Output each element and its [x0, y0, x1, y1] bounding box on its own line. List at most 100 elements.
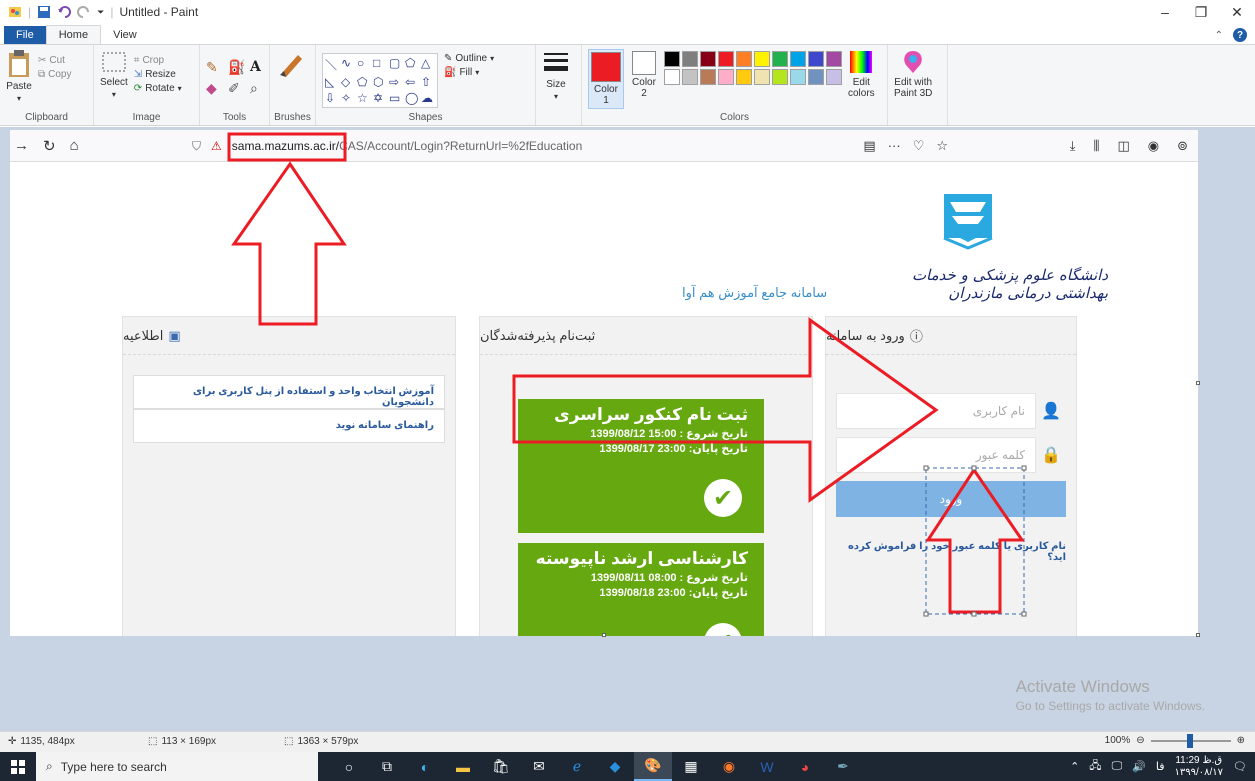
file-explorer-icon[interactable]: ▬	[444, 752, 482, 781]
tab-view[interactable]: View	[101, 26, 149, 44]
account-icon[interactable]: ◉	[1148, 138, 1159, 154]
palette-swatch[interactable]	[754, 69, 770, 85]
customize-dropdown-icon[interactable]: ⏷	[97, 7, 104, 18]
admission-card[interactable]: ثبت نام کنکور سراسری تاریخ شروع : 15:00 …	[518, 399, 764, 533]
store-icon[interactable]: 🛍	[482, 752, 520, 781]
palette-swatch[interactable]	[664, 51, 680, 67]
bookmark-star-icon[interactable]: ☆	[936, 138, 948, 154]
palette-swatch[interactable]	[682, 69, 698, 85]
tray-expand-icon[interactable]: ⌃	[1070, 760, 1079, 773]
edit-with-paint3d-button[interactable]: Edit with Paint 3D	[894, 49, 932, 99]
selection-handle[interactable]	[1021, 465, 1027, 471]
line-shape-icon[interactable]: ＼	[325, 56, 339, 73]
right-triangle-shape-icon[interactable]: ◺	[325, 75, 339, 89]
palette-swatch[interactable]	[808, 51, 824, 67]
news-item[interactable]: راهنمای سامانه نوید	[133, 409, 445, 443]
copy-button[interactable]: ⧉ Copy	[38, 69, 72, 80]
taskbar-clock[interactable]: 11:29 ق.ظ ۱۳۹۹/۰۸/۱۷	[1175, 755, 1224, 779]
tab-file[interactable]: File	[4, 26, 46, 44]
extension-icon[interactable]: ⊚	[1177, 138, 1188, 154]
color2-button[interactable]: Color 2	[630, 49, 658, 101]
canvas-resize-handle-corner[interactable]	[1196, 633, 1200, 637]
library-icon[interactable]: ⫼	[1093, 138, 1099, 154]
pencil-icon[interactable]: ✎	[206, 59, 224, 76]
palette-swatch[interactable]	[700, 51, 716, 67]
mail-icon[interactable]: ✉	[520, 752, 558, 781]
right-arrow-shape-icon[interactable]: ⇨	[389, 75, 403, 89]
selection-handle[interactable]	[923, 465, 929, 471]
start-button[interactable]	[0, 752, 36, 781]
save-icon[interactable]	[37, 5, 51, 19]
select-dropdown-icon[interactable]: ▾	[112, 90, 116, 99]
down-arrow-shape-icon[interactable]: ⇩	[325, 91, 339, 105]
palette-swatch[interactable]	[826, 69, 842, 85]
palette-swatch[interactable]	[808, 69, 824, 85]
paint-taskbar-icon[interactable]: 🎨	[634, 752, 672, 781]
media-app-icon[interactable]: ◆	[596, 752, 634, 781]
palette-swatch[interactable]	[664, 69, 680, 85]
zoom-in-icon[interactable]: ⊕	[1237, 735, 1245, 746]
zoom-out-icon[interactable]: ⊖	[1136, 735, 1144, 746]
palette-swatch[interactable]	[682, 51, 698, 67]
pen-app-icon[interactable]: ✒	[824, 752, 862, 781]
palette-swatch[interactable]	[718, 51, 734, 67]
news-item[interactable]: آموزش انتخاب واحد و استفاده از پنل کاربر…	[133, 375, 445, 409]
left-arrow-shape-icon[interactable]: ⇦	[405, 75, 419, 89]
redo-icon[interactable]	[77, 5, 91, 19]
curve-shape-icon[interactable]: ∿	[341, 56, 355, 73]
paste-dropdown-icon[interactable]: ▾	[17, 94, 21, 103]
rectangle-shape-icon[interactable]: □	[373, 56, 387, 73]
word-icon[interactable]: W	[748, 752, 786, 781]
close-button[interactable]: ✕	[1219, 0, 1255, 24]
callout-cloud-shape-icon[interactable]: ☁	[421, 91, 435, 105]
admission-card[interactable]: کارشناسی ارشد ناپیوسته تاریخ شروع : 08:0…	[518, 543, 764, 636]
language-indicator[interactable]: فا	[1156, 760, 1165, 773]
reload-icon[interactable]: ↻	[43, 137, 56, 155]
diamond-shape-icon[interactable]: ◇	[341, 75, 355, 89]
restore-button[interactable]: ❐	[1183, 0, 1219, 24]
minimize-button[interactable]: –	[1147, 0, 1183, 24]
collapse-ribbon-icon[interactable]: ⌃	[1215, 30, 1223, 41]
hexagon-shape-icon[interactable]: ⬡	[373, 75, 387, 89]
action-center-icon[interactable]: 🗨	[1233, 760, 1247, 773]
sidebar-icon[interactable]: ◫	[1117, 138, 1129, 154]
edge-icon[interactable]: ◐	[406, 752, 444, 781]
paint-canvas[interactable]: → ↻ ⌂ ⛉ ⚠ sama.mazums.ac.ir/ CAS/Account…	[10, 130, 1198, 636]
crop-button[interactable]: ⌗ Crop	[134, 55, 182, 66]
page-actions-icon[interactable]: ···	[888, 138, 901, 154]
taskbar-search[interactable]: ⌕ Type here to search	[36, 752, 318, 781]
polygon-shape-icon[interactable]: ⬠	[405, 56, 419, 73]
palette-swatch[interactable]	[772, 69, 788, 85]
palette-swatch[interactable]	[718, 69, 734, 85]
selection-handle[interactable]	[923, 611, 929, 617]
login-button[interactable]: ورود	[836, 481, 1066, 517]
paste-button[interactable]: Paste ▾	[6, 49, 32, 103]
fill-button[interactable]: ⛽ Fill ▾	[444, 67, 494, 78]
magnifier-icon[interactable]: ⌕	[250, 80, 268, 97]
shapes-gallery[interactable]: ＼ ∿ ○ □ ▢ ⬠ △ ◺ ◇ ⬠ ⬡ ⇨ ⇦ ⇧ ⇩ ✧ ☆ ✡ ▭ ◯ ☁	[322, 53, 438, 108]
task-view-icon[interactable]: ⧉	[368, 752, 406, 781]
download-icon[interactable]: ⤓	[1070, 138, 1076, 154]
fill-bucket-icon[interactable]: ⛽	[228, 59, 246, 76]
forward-arrow-icon[interactable]: →	[14, 137, 29, 155]
palette-swatch[interactable]	[790, 51, 806, 67]
pocket-icon[interactable]: ♡	[913, 138, 925, 154]
zoom-slider[interactable]	[1150, 733, 1231, 748]
address-bar[interactable]: ⛉ ⚠ sama.mazums.ac.ir/ CAS/Account/Login…	[192, 134, 954, 158]
chrome-icon[interactable]: ◕	[786, 752, 824, 781]
text-tool-icon[interactable]: A	[250, 59, 268, 76]
tab-home[interactable]: Home	[45, 25, 102, 44]
palette-swatch[interactable]	[790, 69, 806, 85]
firefox-icon[interactable]: ◉	[710, 752, 748, 781]
selection-handle[interactable]	[971, 611, 977, 617]
selection-handle[interactable]	[1021, 611, 1027, 617]
palette-swatch[interactable]	[736, 51, 752, 67]
four-star-shape-icon[interactable]: ✧	[341, 91, 355, 105]
callout-oval-shape-icon[interactable]: ◯	[405, 91, 419, 105]
rounded-rect-shape-icon[interactable]: ▢	[389, 56, 403, 73]
palette-swatch[interactable]	[754, 51, 770, 67]
undo-icon[interactable]	[57, 5, 72, 19]
eraser-icon[interactable]: ◆	[206, 80, 224, 97]
up-arrow-shape-icon[interactable]: ⇧	[421, 75, 435, 89]
select-button[interactable]: Select ▾	[100, 49, 128, 99]
